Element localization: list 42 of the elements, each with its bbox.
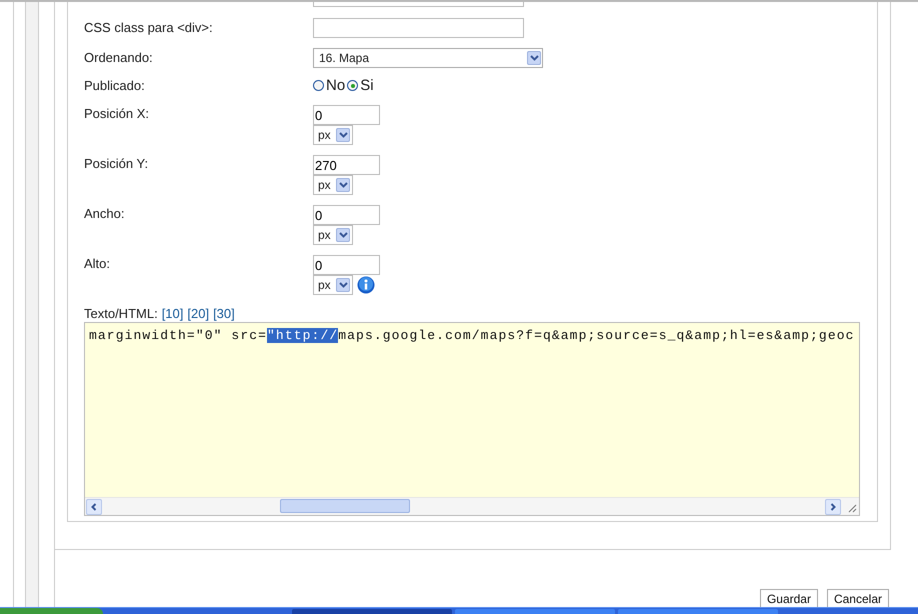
field-label: Texto/HTML: <box>84 306 158 321</box>
code-line: marginwidth="0" src="http://maps.google.com/maps?f=q&amp;source=s_q&amp;hl=es&amp;geoc <box>88 327 856 345</box>
chevron-down-icon <box>336 278 350 292</box>
horizontal-scrollbar[interactable] <box>85 497 859 515</box>
field-label: Publicado: <box>84 77 146 95</box>
size-link[interactable]: [10] <box>162 306 184 321</box>
input-field[interactable]: 270 <box>313 155 380 175</box>
scroll-right-icon[interactable] <box>825 498 841 514</box>
info-icon[interactable] <box>357 276 375 294</box>
field-label: Ancho: <box>84 205 126 223</box>
code-textarea[interactable]: marginwidth="0" src="http://maps.google.com/maps?f=q&amp;source=s_q&amp;hl=es&amp;geoc <box>84 322 860 516</box>
form-button[interactable]: Cancelar <box>826 589 889 608</box>
radio-option[interactable]: Si <box>347 77 374 94</box>
field-label: Posición Y: <box>84 155 150 173</box>
chevron-down-icon <box>336 228 350 242</box>
unit-dropdown[interactable]: px <box>313 125 353 145</box>
field-label: Ordenando: <box>84 49 154 67</box>
taskbar-item[interactable] <box>292 609 452 614</box>
order-dropdown[interactable]: 16. Mapa <box>313 48 543 68</box>
input-field[interactable] <box>313 18 524 38</box>
field-label: Posición X: <box>84 105 150 123</box>
input-field[interactable] <box>313 2 524 7</box>
unit-dropdown[interactable]: px <box>313 275 353 295</box>
taskbar-item[interactable] <box>455 609 615 614</box>
size-link[interactable]: [20] <box>187 306 210 321</box>
input-field[interactable]: 0 <box>313 205 380 225</box>
chevron-down-icon <box>336 128 350 142</box>
radio-option[interactable]: No <box>313 77 346 94</box>
form-button[interactable]: Guardar <box>760 589 818 608</box>
chevron-down-icon <box>527 51 541 65</box>
start-button[interactable] <box>0 608 103 614</box>
field-label: Alto: <box>84 255 112 273</box>
input-field[interactable]: 0 <box>313 105 380 125</box>
size-link[interactable]: [30] <box>213 306 235 321</box>
taskbar-item[interactable] <box>618 609 778 614</box>
scroll-thumb[interactable] <box>280 499 410 513</box>
scroll-left-icon[interactable] <box>86 498 102 514</box>
unit-dropdown[interactable]: px <box>313 225 353 245</box>
field-label: CSS class para <div>: <box>84 19 214 37</box>
unit-dropdown[interactable]: px <box>313 175 353 195</box>
chevron-down-icon <box>336 178 350 192</box>
input-field[interactable]: 0 <box>313 255 380 275</box>
